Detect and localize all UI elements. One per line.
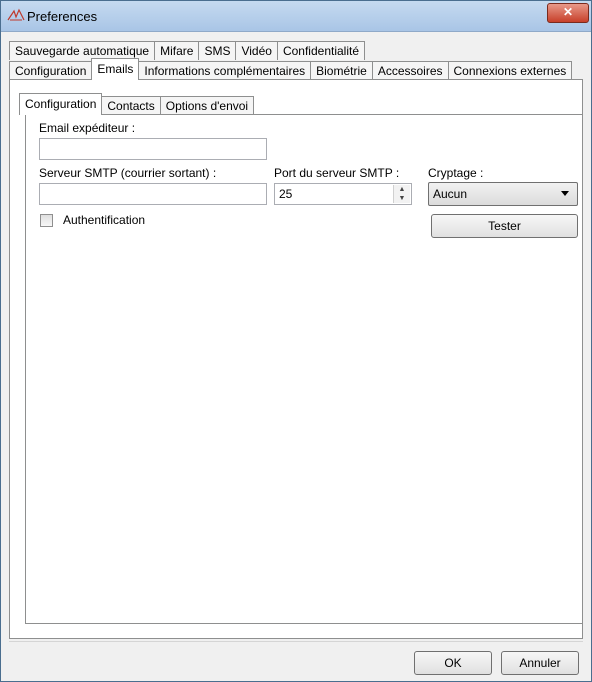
configuration-panel: Email expéditeur : Serveur SMTP (courrie… xyxy=(25,114,583,624)
tab-confidentialite[interactable]: Confidentialité xyxy=(276,41,366,60)
authentication-label: Authentification xyxy=(63,213,146,227)
smtp-server-input[interactable] xyxy=(39,183,267,205)
encryption-value: Aucun xyxy=(433,187,468,201)
smtp-port-label: Port du serveur SMTP : xyxy=(274,166,400,180)
tab-emails[interactable]: Emails xyxy=(91,58,140,80)
tab-row-1: Sauvegarde automatique Mifare SMS Vidéo … xyxy=(9,40,366,60)
tab-sms[interactable]: SMS xyxy=(198,41,237,60)
tab-configuration[interactable]: Configuration xyxy=(9,61,93,80)
cancel-button[interactable]: Annuler xyxy=(501,651,579,675)
authentication-checkbox[interactable] xyxy=(40,214,53,227)
sender-email-label: Email expéditeur : xyxy=(39,121,136,135)
test-button[interactable]: Tester xyxy=(431,214,578,238)
smtp-server-label: Serveur SMTP (courrier sortant) : xyxy=(39,166,217,180)
subtab-options-envoi[interactable]: Options d'envoi xyxy=(159,96,255,115)
tab-mifare[interactable]: Mifare xyxy=(154,41,200,60)
tab-row-2: Configuration Emails Informations complé… xyxy=(9,58,573,80)
preferences-window: Preferences ✕ Sauvegarde automatique Mif… xyxy=(0,0,592,682)
preferences-app-icon xyxy=(7,8,25,21)
encryption-label: Cryptage : xyxy=(428,166,484,180)
smtp-port-input[interactable]: 25 ▲ ▼ xyxy=(274,183,412,205)
subtab-contacts[interactable]: Contacts xyxy=(101,96,161,115)
tab-video[interactable]: Vidéo xyxy=(235,41,278,60)
tab-biometrie[interactable]: Biométrie xyxy=(310,61,373,80)
encryption-select[interactable]: Aucun xyxy=(428,182,578,206)
tab-connexions-externes[interactable]: Connexions externes xyxy=(447,61,573,80)
tab-informations-complementaires[interactable]: Informations complémentaires xyxy=(138,61,312,80)
title-bar: Preferences ✕ xyxy=(1,1,591,32)
spinner-up-icon[interactable]: ▲ xyxy=(394,185,410,194)
smtp-port-value: 25 xyxy=(279,187,293,201)
window-title: Preferences xyxy=(27,9,98,24)
spinner-down-icon[interactable]: ▼ xyxy=(394,194,410,203)
subtab-configuration[interactable]: Configuration xyxy=(19,93,103,115)
footer-separator xyxy=(9,641,583,642)
ok-button[interactable]: OK xyxy=(414,651,492,675)
email-subtabs: Configuration Contacts Options d'envoi xyxy=(19,93,255,115)
port-spinner[interactable]: ▲ ▼ xyxy=(393,185,410,203)
sender-email-input[interactable] xyxy=(39,138,267,160)
close-button[interactable]: ✕ xyxy=(547,3,589,23)
tab-accessoires[interactable]: Accessoires xyxy=(371,61,449,80)
chevron-down-icon xyxy=(561,191,569,196)
